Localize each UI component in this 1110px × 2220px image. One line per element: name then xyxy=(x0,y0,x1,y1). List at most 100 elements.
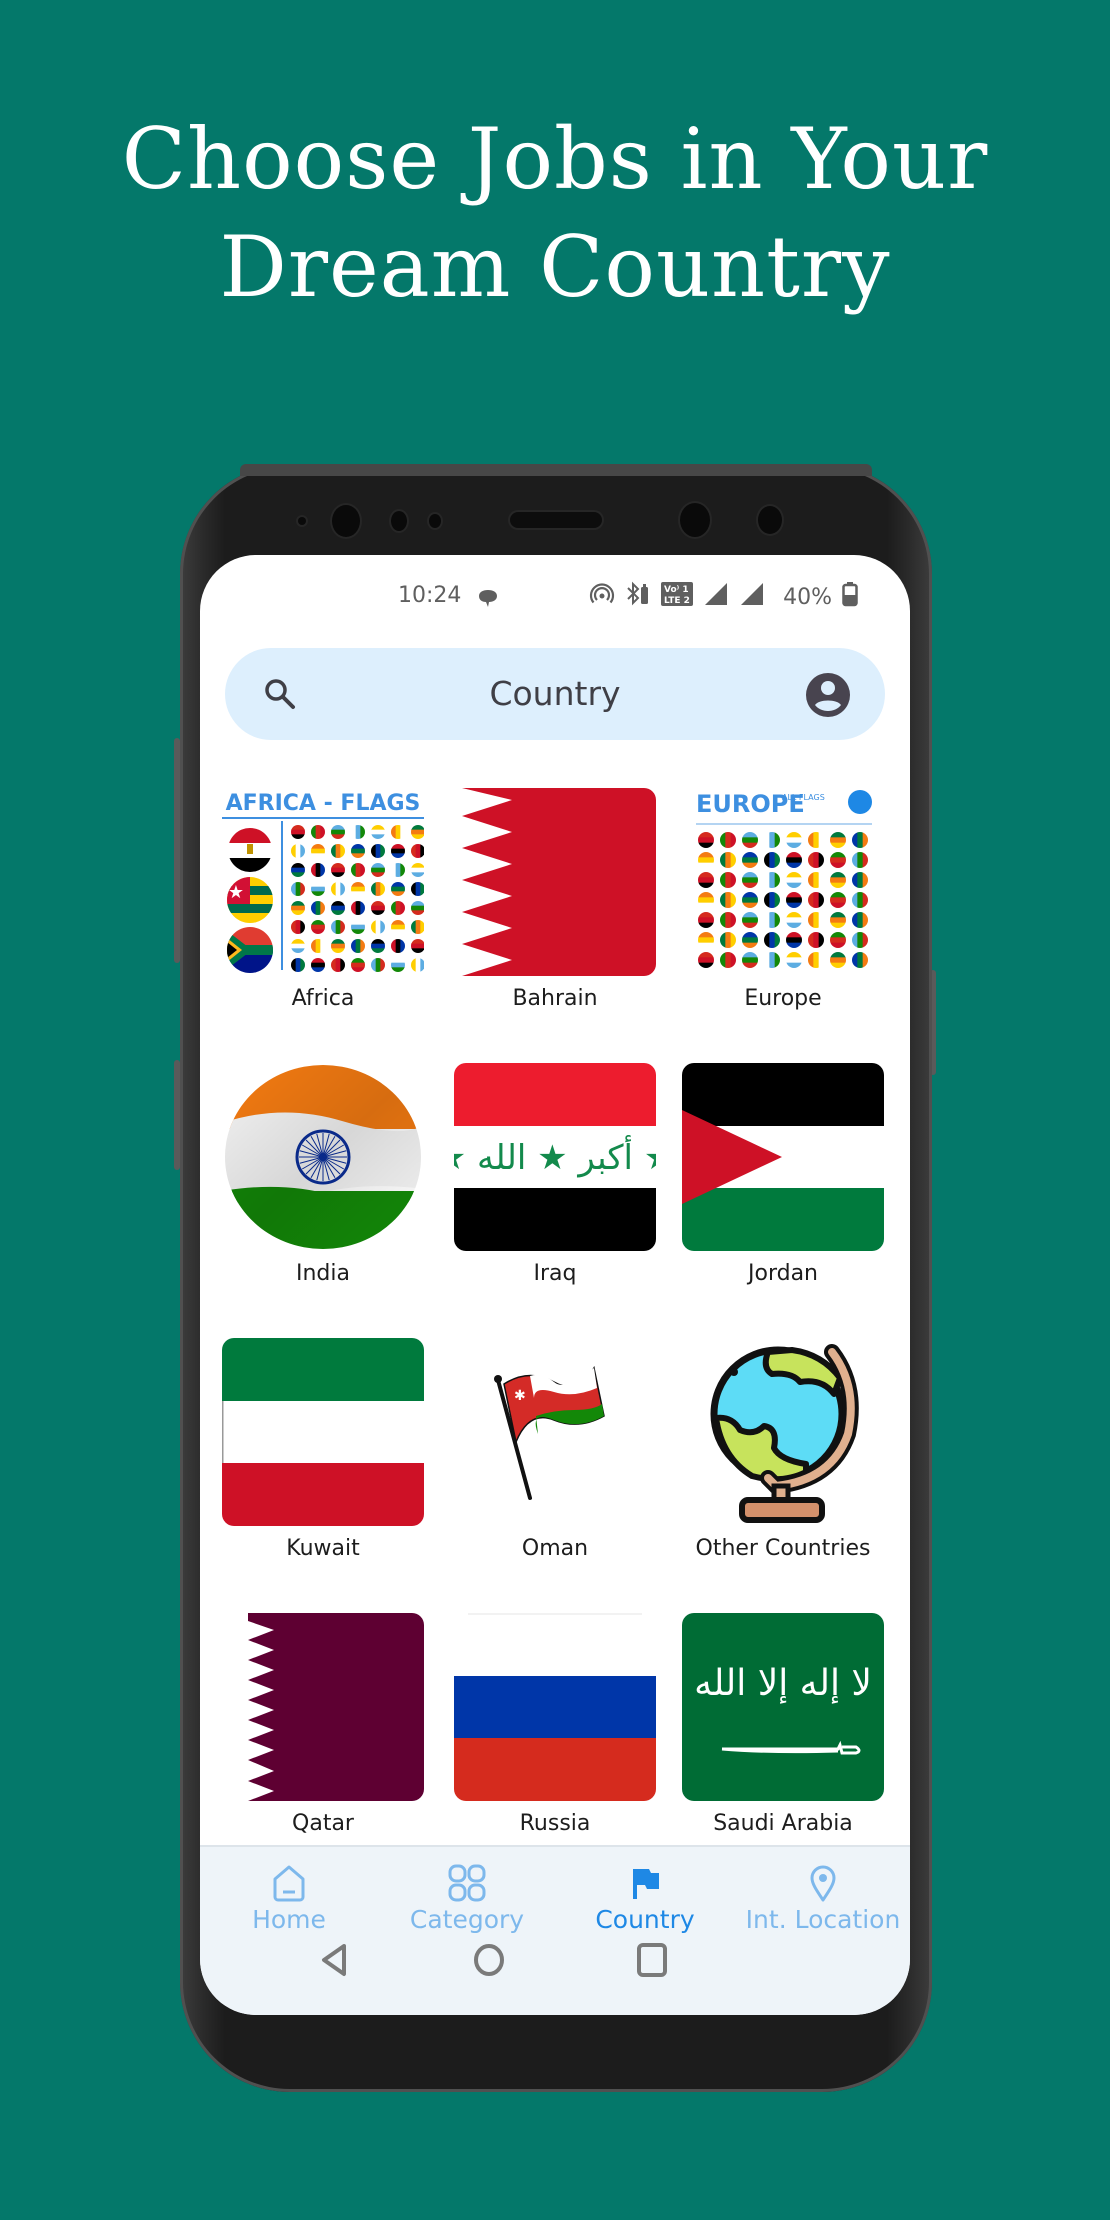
mini-flag-dot xyxy=(391,958,405,972)
front-camera-icon xyxy=(680,503,710,537)
mini-flag-dot xyxy=(291,825,305,839)
country-card-oman[interactable]: ✱ Oman xyxy=(450,1330,660,1590)
country-search-bar[interactable]: Country xyxy=(225,648,885,740)
mini-flag-dot xyxy=(291,863,305,877)
svg-text:★ أكبر ★ الله ★: ★ أكبر ★ الله ★ xyxy=(454,1135,656,1178)
country-label: Kuwait xyxy=(286,1536,360,1561)
mini-flag-dot xyxy=(291,920,305,934)
mini-flag-dot xyxy=(331,920,345,934)
mini-flag-dot xyxy=(808,872,824,888)
mini-flag-dot xyxy=(698,832,714,848)
mini-flag-dot xyxy=(331,844,345,858)
location-pin-icon xyxy=(734,1863,910,1903)
mini-flag-dot xyxy=(698,872,714,888)
mini-flag-dot xyxy=(720,932,736,948)
front-camera-icon xyxy=(332,505,360,537)
mini-flag-dot xyxy=(808,832,824,848)
nav-item-int-location[interactable]: Int. Location xyxy=(734,1857,910,1937)
hotspot-icon xyxy=(589,582,615,612)
promo-headline: Choose Jobs in Your Dream Country xyxy=(0,105,1110,321)
mini-flag-dot xyxy=(720,952,736,968)
home-circle-icon[interactable] xyxy=(473,1942,505,1983)
mini-flag-dot xyxy=(786,892,802,908)
country-card-africa[interactable]: AFRICA - FLAGS ★ Africa xyxy=(218,780,428,1040)
mini-flag-dot xyxy=(371,901,385,915)
mini-flag-dot xyxy=(411,863,425,877)
mini-flag-dot xyxy=(391,939,405,953)
mini-flag-dot xyxy=(351,920,365,934)
mini-flag-dot xyxy=(786,832,802,848)
mini-flag-dot xyxy=(371,939,385,953)
mini-flag-dot xyxy=(391,844,405,858)
mini-flag-dot xyxy=(351,958,365,972)
country-card-russia[interactable]: Russia xyxy=(450,1605,660,1865)
mini-flag-dot xyxy=(786,952,802,968)
search-input[interactable]: Country xyxy=(225,674,885,713)
country-card-bahrain[interactable]: Bahrain xyxy=(450,780,660,1040)
mini-flag-dot xyxy=(830,952,846,968)
country-label: Oman xyxy=(521,1536,589,1561)
grid-icon xyxy=(378,1863,556,1903)
country-label: Bahrain xyxy=(512,986,598,1011)
globe-icon xyxy=(682,1338,884,1526)
country-card-saudi-arabia[interactable]: لا إله إلا الله Saudi Arabia xyxy=(678,1605,888,1865)
mini-flag-dot xyxy=(720,832,736,848)
mini-flag-dot xyxy=(764,852,780,868)
mini-flag-dot xyxy=(720,872,736,888)
country-card-jordan[interactable]: Jordan xyxy=(678,1055,888,1315)
headline-line-1: Choose Jobs in Your xyxy=(121,110,989,208)
nav-item-home[interactable]: Home xyxy=(200,1857,378,1937)
mini-flag-dot xyxy=(311,939,325,953)
mini-flag-dot xyxy=(371,920,385,934)
mini-flag-dot xyxy=(742,852,758,868)
country-card-europe[interactable]: EUROPE ALL FLAGS Europe xyxy=(678,780,888,1040)
qatar-flag xyxy=(222,1613,424,1801)
mini-flag-dot xyxy=(742,892,758,908)
mini-flag-dot xyxy=(371,863,385,877)
europe-flags-collage: EUROPE ALL FLAGS xyxy=(682,788,884,976)
country-label: Russia xyxy=(519,1811,591,1836)
mini-flag-dot xyxy=(720,892,736,908)
front-camera-icon xyxy=(758,506,782,534)
mini-flag-dot xyxy=(351,825,365,839)
mini-flag-dot xyxy=(742,912,758,928)
recents-icon[interactable] xyxy=(636,1942,668,1983)
country-card-iraq[interactable]: ★ أكبر ★ الله ★ Iraq xyxy=(450,1055,660,1315)
mini-flag-dot xyxy=(742,832,758,848)
mini-flag-dot xyxy=(351,939,365,953)
mini-flag-dot xyxy=(786,912,802,928)
nav-item-country[interactable]: Country xyxy=(556,1857,734,1937)
mini-flag-dot xyxy=(786,932,802,948)
oman-flag: ✱ xyxy=(454,1338,656,1526)
back-icon[interactable] xyxy=(318,1942,350,1983)
russia-flag xyxy=(454,1613,656,1801)
mini-flag-dot xyxy=(786,852,802,868)
saudi-arabia-flag: لا إله إلا الله xyxy=(682,1613,884,1801)
country-card-kuwait[interactable]: Kuwait xyxy=(218,1330,428,1590)
mini-flag-dot xyxy=(830,852,846,868)
africa-flags-collage: AFRICA - FLAGS ★ xyxy=(222,788,425,976)
mini-flag-dot xyxy=(371,825,385,839)
mini-flag-dot xyxy=(371,882,385,896)
bahrain-flag xyxy=(454,788,656,976)
nav-item-category[interactable]: Category xyxy=(378,1857,556,1937)
jordan-flag xyxy=(682,1063,884,1251)
mini-flag-dot xyxy=(411,958,425,972)
country-card-qatar[interactable]: Qatar xyxy=(218,1605,428,1865)
country-label: Saudi Arabia xyxy=(713,1811,853,1836)
country-card-other-countries[interactable]: Other Countries xyxy=(678,1330,888,1590)
account-circle-icon[interactable] xyxy=(805,672,851,723)
system-navigation-bar xyxy=(200,1930,910,1990)
mini-flag-dot xyxy=(830,912,846,928)
mini-flag-dot xyxy=(764,832,780,848)
mini-flag-dot xyxy=(291,901,305,915)
mini-flag-dot xyxy=(391,882,405,896)
mini-flag-dot xyxy=(311,825,325,839)
country-label: Iraq xyxy=(533,1261,577,1286)
mini-flag-dot xyxy=(764,892,780,908)
mini-flag-dot xyxy=(311,901,325,915)
india-flag xyxy=(222,1063,424,1251)
country-card-india[interactable]: India xyxy=(218,1055,428,1315)
mini-flag-dot xyxy=(391,825,405,839)
mini-flag-dot xyxy=(742,872,758,888)
